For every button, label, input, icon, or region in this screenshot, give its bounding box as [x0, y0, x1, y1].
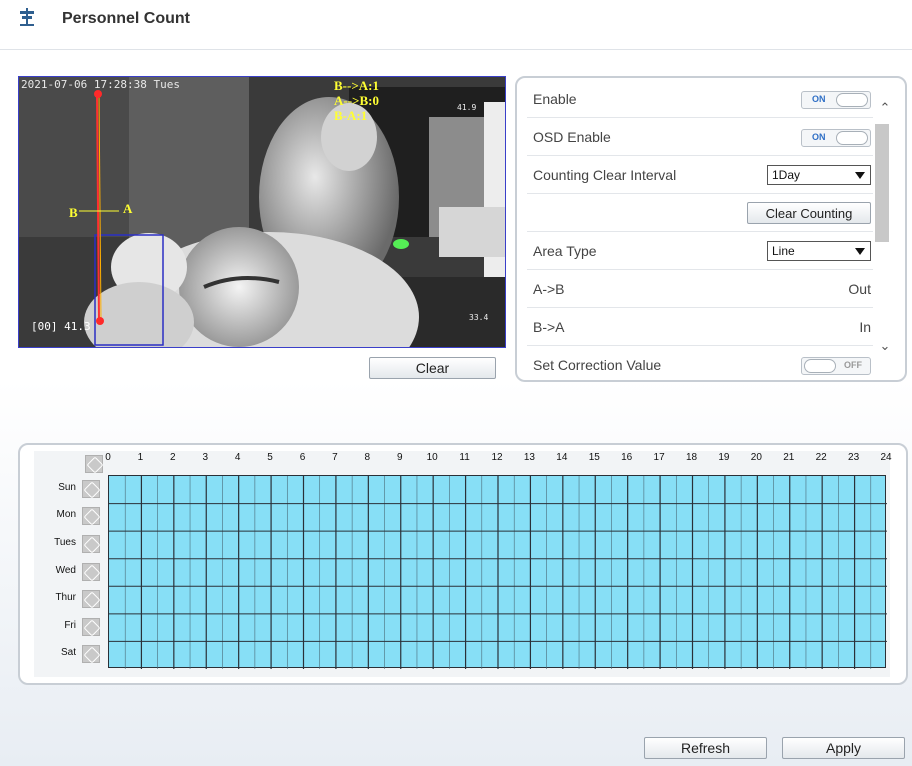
day-label-tues: Tues	[54, 536, 76, 548]
correction-label: Set Correction Value	[533, 357, 662, 373]
schedule-grid[interactable]	[108, 475, 887, 669]
refresh-button[interactable]: Refresh	[644, 737, 767, 759]
clear-counting-row: Clear Counting	[527, 194, 873, 232]
hour-label: 8	[364, 452, 371, 463]
day-label-fri: Fri	[64, 619, 76, 631]
select-value: 1Day	[772, 168, 801, 182]
clear-counting-button[interactable]: Clear Counting	[747, 202, 871, 224]
enable-row: Enable ON	[527, 80, 873, 118]
hour-label: 14	[556, 452, 568, 463]
copy-day-icon[interactable]	[82, 507, 100, 526]
copy-day-icon[interactable]	[82, 617, 100, 636]
toggle-state: ON	[812, 94, 826, 104]
count-b-to-a: B-->A:1	[334, 78, 379, 93]
clear-interval-row: Counting Clear Interval 1Day	[527, 156, 873, 194]
hour-label: 17	[653, 452, 665, 463]
clear-interval-select[interactable]: 1Day	[767, 165, 871, 185]
b-to-a-label: B->A	[533, 319, 565, 335]
hour-label: 24	[880, 452, 892, 463]
hour-label: 4	[234, 452, 241, 463]
scroll-down-icon[interactable]: ⌄	[879, 339, 891, 352]
a-to-b-row: A->B Out	[527, 270, 873, 308]
video-preview[interactable]: 2021-07-06 17:28:38 Tues B-->A:1 A-->B:0…	[18, 76, 506, 348]
hour-label: 16	[621, 452, 633, 463]
hour-label: 19	[718, 452, 730, 463]
scrollbar-thumb[interactable]	[875, 124, 889, 242]
correction-toggle[interactable]: OFF	[801, 357, 871, 375]
a-to-b-label: A->B	[533, 281, 565, 297]
hour-label: 2	[170, 452, 176, 463]
dropdown-arrow-icon	[855, 172, 865, 179]
apply-button[interactable]: Apply	[782, 737, 905, 759]
hour-label: 12	[491, 452, 503, 463]
area-type-label: Area Type	[533, 243, 597, 259]
toggle-state: OFF	[844, 360, 862, 370]
hour-label: 1	[137, 452, 144, 463]
area-type-row: Area Type Line	[527, 232, 873, 270]
thermal-scene	[19, 77, 505, 347]
osd-enable-row: OSD Enable ON	[527, 118, 873, 156]
line-label-b: B	[69, 205, 78, 220]
day-label-wed: Wed	[55, 564, 76, 576]
hour-label: 0	[105, 452, 111, 463]
hour-label: 13	[523, 452, 535, 463]
copy-day-icon[interactable]	[82, 645, 100, 664]
dropdown-arrow-icon	[855, 248, 865, 255]
hour-label: 21	[783, 452, 795, 463]
temp-right-readout: 33.4	[469, 313, 489, 322]
enable-toggle[interactable]: ON	[801, 91, 871, 109]
copy-day-icon[interactable]	[82, 534, 100, 553]
correction-row: Set Correction Value OFF	[527, 346, 873, 380]
region-temp-readout: [00] 41.3	[31, 320, 91, 333]
toggle-knob	[836, 93, 868, 107]
day-label-sat: Sat	[60, 647, 76, 659]
video-timestamp: 2021-07-06 17:28:38 Tues	[21, 78, 180, 91]
hour-label: 11	[459, 452, 470, 463]
hour-label: 15	[588, 452, 600, 463]
a-to-b-value: Out	[848, 281, 871, 297]
hour-label: 5	[267, 452, 273, 463]
hour-label: 9	[396, 452, 403, 463]
enable-label: Enable	[533, 91, 577, 107]
area-type-select[interactable]: Line	[767, 241, 871, 261]
toggle-state: ON	[812, 132, 826, 142]
scroll-up-icon[interactable]: ⌃	[879, 101, 891, 114]
hour-label: 18	[685, 452, 698, 463]
toggle-knob	[804, 359, 836, 373]
line-label-a: A	[123, 201, 133, 216]
osd-enable-toggle[interactable]: ON	[801, 129, 871, 147]
person-count-icon	[20, 8, 34, 26]
day-label-mon: Mon	[56, 509, 76, 521]
hour-label: 6	[299, 452, 306, 463]
day-label-thur: Thur	[55, 592, 76, 604]
count-a-to-b: A-->B:0	[334, 93, 379, 108]
b-to-a-value: In	[859, 319, 871, 335]
settings-panel: Enable ON OSD Enable ON Counting Clear I…	[515, 76, 907, 382]
temp-top-readout: 41.9	[457, 103, 477, 112]
osd-enable-label: OSD Enable	[533, 129, 611, 145]
hour-label: 20	[750, 452, 762, 463]
hour-label: 3	[202, 452, 209, 463]
count-b-a: B-A:1	[334, 108, 368, 123]
toggle-knob	[836, 131, 868, 145]
page-title: Personnel Count	[62, 10, 191, 27]
schedule-grid-lines	[109, 476, 887, 669]
b-to-a-row: B->A In	[527, 308, 873, 346]
hour-label: 10	[426, 452, 438, 463]
hour-label: 23	[848, 452, 860, 463]
hour-label: 22	[815, 452, 827, 463]
clear-line-button[interactable]: Clear	[369, 357, 496, 379]
day-label-sun: Sun	[58, 481, 76, 493]
page-header: Personnel Count	[0, 0, 912, 50]
select-value: Line	[772, 244, 795, 258]
hour-label: 7	[332, 452, 338, 463]
copy-day-icon[interactable]	[82, 590, 100, 609]
copy-day-icon[interactable]	[82, 479, 100, 498]
copy-day-icon[interactable]	[82, 562, 100, 581]
clear-interval-label: Counting Clear Interval	[533, 167, 677, 183]
